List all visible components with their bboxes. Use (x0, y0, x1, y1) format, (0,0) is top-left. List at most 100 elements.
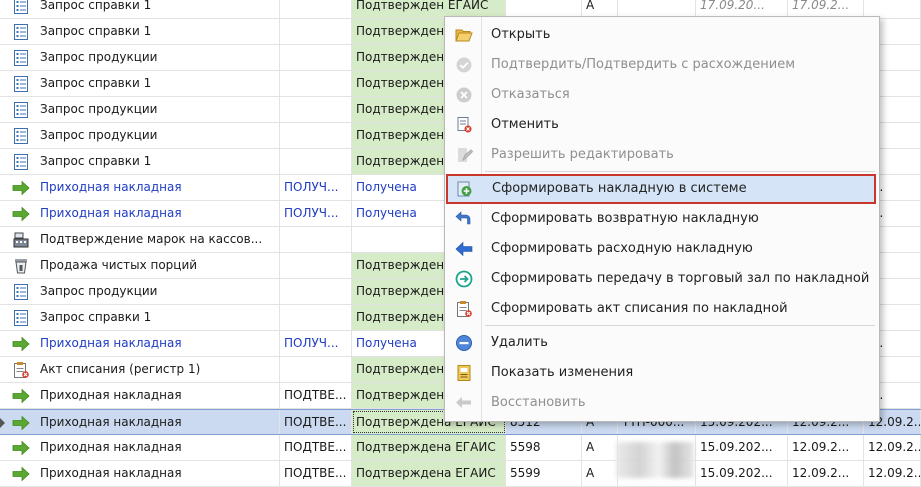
cell-document-type[interactable]: Запрос продукции (12, 97, 280, 122)
menu-item-2[interactable]: Подтвердить/Подтвердить с расхождением (445, 50, 879, 80)
cell-state[interactable] (280, 305, 352, 330)
menu-separator (485, 325, 875, 326)
cell-state[interactable]: ПОДТВЕ... (280, 461, 352, 486)
menu-item-4[interactable]: Отменить (445, 110, 879, 140)
cell-document-type[interactable]: Подтверждение марок на кассов... (12, 227, 280, 252)
list-document-icon (12, 23, 30, 41)
delete-minus-icon (455, 334, 473, 352)
menu-item-6[interactable]: Сформировать накладную в системе (446, 174, 876, 204)
menu-item-label: Отменить (491, 117, 559, 132)
menu-item-label: Сформировать накладную в системе (492, 181, 747, 196)
cell-state[interactable] (280, 279, 352, 304)
cell-document-type[interactable]: Приходная накладная (12, 331, 280, 356)
cell-state[interactable] (280, 123, 352, 148)
cell-status[interactable]: Подтверждена ЕГАИС (352, 435, 506, 460)
cell-document-type[interactable]: Запрос справки 1 (12, 305, 280, 330)
menu-item-3[interactable]: Отказаться (445, 80, 879, 110)
create-invoice-icon (456, 180, 474, 198)
cell-state[interactable]: ПОДТВЕ... (280, 435, 352, 460)
check-circle-icon (455, 56, 473, 74)
menu-item-12[interactable]: Показать изменения (445, 358, 879, 388)
green-arrow-icon (12, 387, 30, 405)
cell-document-type[interactable]: Приходная накладная (12, 410, 280, 434)
menu-item-9[interactable]: Сформировать передачу в торговый зал по … (445, 264, 879, 294)
cell-status[interactable]: Подтверждена ЕГАИС (352, 461, 506, 486)
cell-document-type[interactable]: Запрос продукции (12, 279, 280, 304)
cell-state[interactable]: ПОЛУЧ... (280, 331, 352, 356)
document-type-label: Приходная накладная (40, 440, 182, 454)
menu-item-10[interactable]: Сформировать акт списания по накладной (445, 294, 879, 324)
document-type-label: Запрос продукции (40, 284, 158, 298)
green-arrow-icon (12, 335, 30, 353)
document-type-label: Акт списания (регистр 1) (40, 362, 201, 376)
cell-date-2[interactable]: 12.09.2... (788, 461, 864, 486)
menu-item-label: Сформировать передачу в торговый зал по … (491, 271, 870, 286)
cell-state[interactable]: ПОДТВЕ... (280, 410, 352, 434)
cell-document-type[interactable]: Запрос справки 1 (12, 71, 280, 96)
cell-state[interactable] (280, 149, 352, 174)
cell-type[interactable]: A (582, 461, 618, 486)
cell-date-2[interactable]: 12.09.2... (788, 435, 864, 460)
menu-item-11[interactable]: Удалить (445, 328, 879, 358)
green-arrow-icon (12, 205, 30, 223)
cell-document-type[interactable]: Акт списания (регистр 1) (12, 357, 280, 382)
cell-document-type[interactable]: Продажа чистых порций (12, 253, 280, 278)
cell-state[interactable] (280, 45, 352, 70)
cell-number[interactable]: 5598 (506, 435, 582, 460)
cell-state[interactable]: ПОЛУЧ... (280, 201, 352, 226)
cell-date[interactable]: 15.09.202... (696, 461, 788, 486)
menu-item-label: Сформировать возвратную накладную (491, 211, 759, 226)
document-type-label: Запрос продукции (40, 102, 158, 116)
cell-document-type[interactable]: Запрос продукции (12, 123, 280, 148)
table-row[interactable]: Приходная накладная ПОДТВЕ... Подтверждена… (0, 435, 921, 461)
document-type-label: Запрос справки 1 (40, 24, 152, 38)
cell-state[interactable] (280, 19, 352, 44)
cell-date-3[interactable]: 12.09.2... (864, 435, 921, 460)
document-type-label: Приходная накладная (40, 415, 182, 429)
menu-item-label: Отказаться (491, 87, 570, 102)
cell-document-type[interactable]: Приходная накладная (12, 383, 280, 408)
cell-number[interactable]: 5599 (506, 461, 582, 486)
document-type-label: Продажа чистых порций (40, 258, 198, 272)
cell-date[interactable]: 15.09.202... (696, 435, 788, 460)
menu-item-8[interactable]: Сформировать расходную накладную (445, 234, 879, 264)
cell-state[interactable]: ПОЛУЧ... (280, 175, 352, 200)
list-document-icon (12, 153, 30, 171)
menu-item-5[interactable]: Разрешить редактировать (445, 140, 879, 170)
restore-arrow-icon (455, 394, 473, 412)
cell-state[interactable] (280, 71, 352, 96)
menu-item-label: Сформировать акт списания по накладной (491, 301, 788, 316)
cell-state[interactable] (280, 227, 352, 252)
menu-item-label: Открыть (491, 27, 551, 42)
menu-item-label: Показать изменения (491, 365, 634, 380)
write-off-document-icon (455, 300, 473, 318)
cell-state[interactable] (280, 253, 352, 278)
list-document-icon (12, 0, 30, 15)
cell-state[interactable] (280, 97, 352, 122)
menu-item-13[interactable]: Восстановить (445, 388, 879, 418)
history-document-icon (455, 364, 473, 382)
menu-item-label: Восстановить (491, 395, 586, 410)
green-arrow-icon (12, 439, 30, 457)
cell-document-type[interactable]: Запрос продукции (12, 45, 280, 70)
green-arrow-icon (12, 414, 30, 432)
cell-type[interactable]: A (582, 435, 618, 460)
cell-document-type[interactable]: Приходная накладная (12, 435, 280, 460)
cell-document-type[interactable]: Запрос справки 1 (12, 149, 280, 174)
blurred-region (616, 442, 694, 478)
cell-document-type[interactable]: Запрос справки 1 (12, 0, 280, 18)
cell-state[interactable] (280, 357, 352, 382)
cell-date-3[interactable]: 12.09.2... (864, 461, 921, 486)
cell-document-type[interactable]: Запрос справки 1 (12, 19, 280, 44)
cell-document-type[interactable]: Приходная накладная (12, 201, 280, 226)
menu-item-1[interactable]: Открыть (445, 20, 879, 50)
cell-document-type[interactable]: Приходная накладная (12, 175, 280, 200)
menu-item-label: Сформировать расходную накладную (491, 241, 753, 256)
table-row[interactable]: Приходная накладная ПОДТВЕ... Подтверждена… (0, 461, 921, 487)
cell-state[interactable] (280, 0, 352, 18)
document-type-label: Приходная накладная (40, 466, 182, 480)
menu-item-7[interactable]: Сформировать возвратную накладную (445, 204, 879, 234)
document-type-label: Приходная накладная (40, 388, 182, 402)
cell-document-type[interactable]: Приходная накладная (12, 461, 280, 486)
cell-state[interactable]: ПОДТВЕ... (280, 383, 352, 408)
